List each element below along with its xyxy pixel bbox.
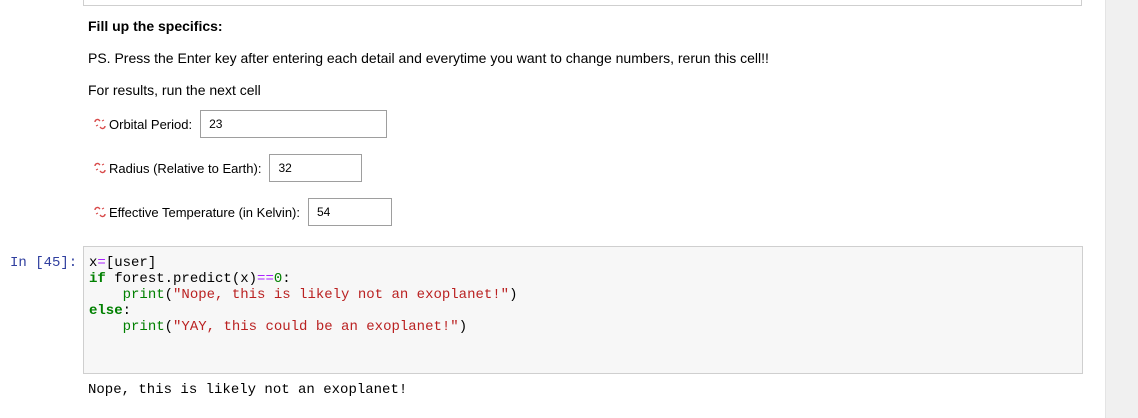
code-cell[interactable]: x=[user] if forest.predict(x)==0: print(… — [83, 246, 1083, 374]
code-token: "YAY, this could be an exoplanet!" — [173, 319, 459, 335]
code-token: ) — [509, 287, 518, 303]
radius-label: Radius (Relative to Earth): — [109, 160, 262, 176]
code-token: ) — [458, 319, 468, 335]
notebook-page: Fill up the specifics: PS. Press the Ent… — [0, 0, 1138, 418]
code-token: ( — [164, 287, 174, 303]
widget-orbital-period: Orbital Period: — [93, 110, 388, 138]
cell-output: Nope, this is likely not an exoplanet! — [88, 382, 408, 398]
code-token: "Nope, this is likely not an exoplanet!" — [173, 287, 510, 303]
code-token: forest.predict(x) — [105, 271, 258, 287]
unlinked-chain-icon — [94, 162, 106, 174]
orbital-period-label: Orbital Period: — [109, 116, 193, 132]
widget-effective-temperature: Effective Temperature (in Kelvin): — [93, 198, 392, 226]
vertical-scrollbar[interactable] — [1105, 0, 1138, 418]
markdown-note: PS. Press the Enter key after entering e… — [88, 50, 769, 66]
effective-temperature-input[interactable] — [308, 198, 392, 226]
code-token: print — [122, 319, 165, 335]
code-token: : — [122, 303, 132, 319]
code-token: print — [122, 287, 165, 303]
radius-input[interactable] — [269, 154, 363, 182]
code-token: [user] — [105, 255, 157, 271]
cell-prompt: In [45]: — [10, 255, 78, 271]
previous-cell-border — [83, 0, 1082, 6]
code-token: : — [282, 271, 291, 287]
unlinked-chain-icon — [94, 206, 106, 218]
code-token: ( — [164, 319, 174, 335]
unlinked-chain-icon — [94, 118, 106, 130]
code-token: == — [257, 271, 274, 287]
code-token: else — [89, 303, 123, 319]
code-token: = — [97, 255, 106, 271]
effective-temperature-label: Effective Temperature (in Kelvin): — [109, 204, 300, 220]
widget-radius: Radius (Relative to Earth): — [93, 154, 363, 182]
code-token: 0 — [273, 271, 283, 287]
markdown-results-hint: For results, run the next cell — [88, 82, 261, 98]
orbital-period-input[interactable] — [200, 110, 388, 138]
code-token: if — [89, 271, 106, 287]
code-editor[interactable]: x=[user] if forest.predict(x)==0: print(… — [89, 255, 518, 335]
markdown-heading: Fill up the specifics: — [88, 18, 223, 34]
